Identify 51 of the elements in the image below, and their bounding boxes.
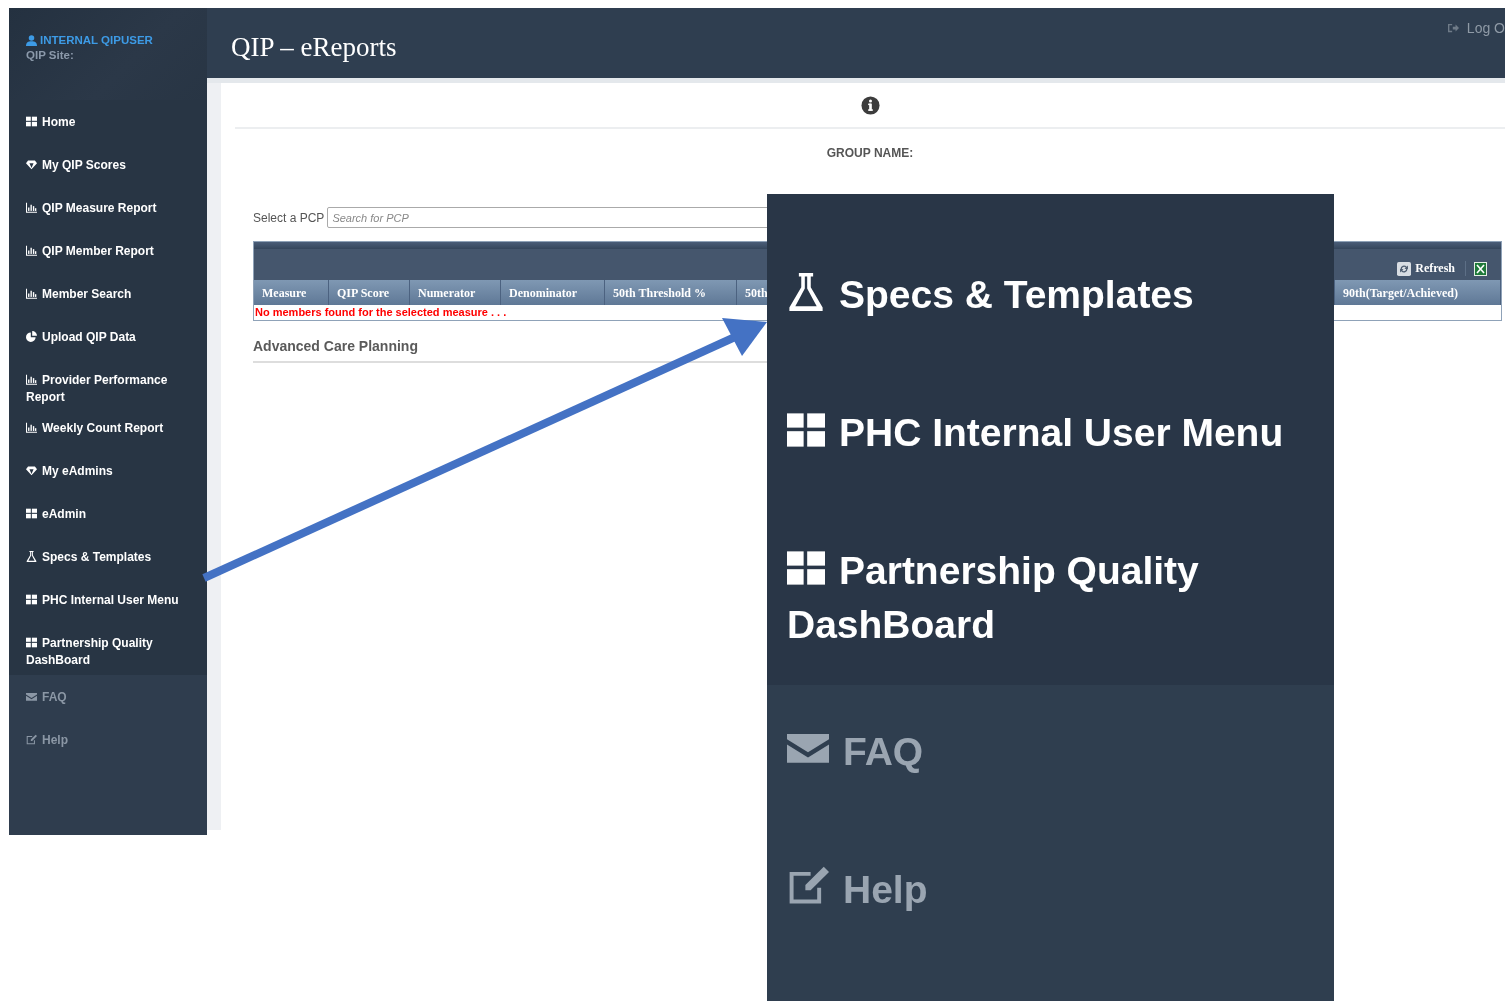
menu-item[interactable]: Partnership Quality DashBoard (767, 544, 1334, 652)
export-button[interactable] (1474, 262, 1487, 276)
spreadsheet-icon (1474, 262, 1487, 276)
group-name-label: GROUP NAME: (826, 146, 914, 160)
pcp-label: Select a PCP (253, 210, 325, 225)
app-title: QIP – eReports (230, 31, 397, 63)
menu-item[interactable]: Help (767, 863, 1334, 917)
user-name: INTERNAL QIPUSER (26, 34, 207, 46)
logout-link[interactable]: Log O (1447, 19, 1505, 37)
grid-icon (787, 549, 825, 587)
sidebar-item[interactable]: Member Search (9, 272, 207, 315)
bar-chart-icon (26, 202, 37, 213)
grid-icon (787, 411, 825, 449)
diamond-icon (26, 159, 37, 170)
sidebar-item[interactable]: QIP Member Report (9, 229, 207, 272)
user-icon (26, 34, 37, 46)
refresh-button[interactable]: Refresh (1397, 261, 1466, 276)
logout-icon (1447, 23, 1459, 33)
sidebar-item[interactable]: Provider Performance Report (9, 358, 207, 406)
edit-icon (787, 864, 829, 906)
bar-chart-icon (26, 422, 37, 433)
menu-item[interactable]: PHC Internal User Menu (767, 406, 1334, 460)
bar-chart-icon (26, 374, 37, 385)
sidebar-item[interactable]: FAQ (9, 675, 207, 718)
diamond-icon (26, 465, 37, 476)
bar-chart-icon (26, 288, 37, 299)
site-label: QIP Site: (26, 49, 75, 61)
menu-item[interactable]: FAQ (767, 725, 1334, 779)
sidebar-item[interactable]: PHC Internal User Menu (9, 578, 207, 621)
grid-icon (26, 116, 37, 127)
sidebar-item[interactable]: Weekly Count Report (9, 406, 207, 449)
info-icon[interactable] (860, 95, 880, 115)
sidebar-item[interactable]: My QIP Scores (9, 143, 207, 186)
refresh-icon (1397, 261, 1412, 276)
sidebar-item[interactable]: Upload QIP Data (9, 315, 207, 358)
sidebar-item[interactable]: QIP Measure Report (9, 186, 207, 229)
sidebar-item[interactable]: Home (9, 100, 207, 143)
grid-icon (26, 637, 37, 648)
bar-chart-icon (26, 245, 37, 256)
sidebar-item[interactable]: My eAdmins (9, 449, 207, 492)
sidebar-item[interactable]: eAdmin (9, 492, 207, 535)
edit-icon (26, 734, 37, 745)
envelope-icon (26, 691, 37, 702)
flask-icon (26, 551, 37, 562)
flask-icon (787, 273, 825, 311)
grid-icon (26, 594, 37, 605)
sidebar-item[interactable]: Specs & Templates (9, 535, 207, 578)
sidebar-item[interactable]: Partnership Quality DashBoard (9, 621, 207, 669)
sidebar-item[interactable]: Help (9, 718, 207, 761)
grid-icon (26, 508, 37, 519)
pie-chart-icon (26, 331, 37, 342)
